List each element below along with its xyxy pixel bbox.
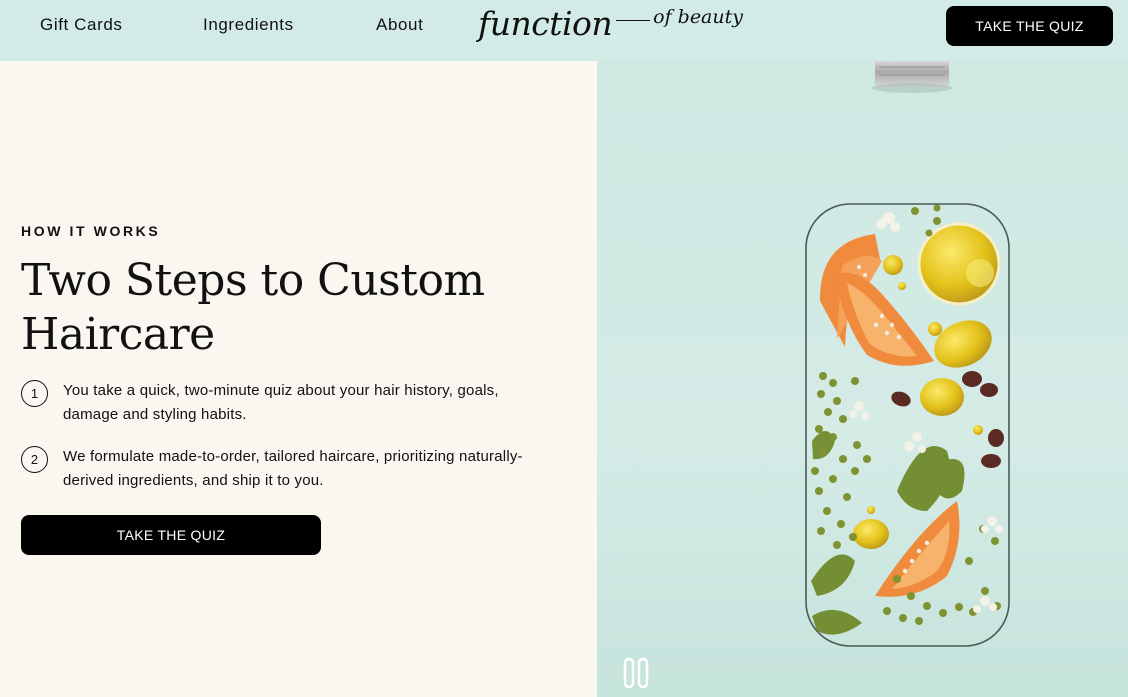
bottle-cap bbox=[872, 61, 952, 93]
pause-icon bbox=[623, 657, 649, 689]
logo-dash bbox=[616, 20, 651, 21]
ingredient-bottle-illustration bbox=[805, 61, 1010, 647]
how-it-works-panel: HOW IT WORKS Two Steps to Custom Haircar… bbox=[0, 61, 597, 697]
section-eyebrow: HOW IT WORKS bbox=[21, 223, 161, 239]
page-title: Two Steps to Custom Haircare bbox=[21, 255, 485, 360]
top-navigation: Gift Cards Ingredients About function of … bbox=[0, 0, 1128, 61]
papaya-slice bbox=[835, 272, 934, 366]
step-description: You take a quick, two-minute quiz about … bbox=[63, 382, 499, 423]
take-quiz-button[interactable]: TAKE THE QUIZ bbox=[21, 515, 321, 555]
step-number-badge: 1 bbox=[21, 380, 48, 407]
logo-wordmark: function bbox=[478, 4, 613, 43]
papaya-slice bbox=[875, 501, 960, 597]
step-number-badge: 2 bbox=[21, 446, 48, 473]
nav-take-quiz-button[interactable]: TAKE THE QUIZ bbox=[946, 6, 1113, 46]
nav-link-about[interactable]: About bbox=[376, 15, 423, 35]
nav-link-ingredients[interactable]: Ingredients bbox=[203, 15, 294, 35]
logo-tagline: of beauty bbox=[653, 6, 743, 28]
step-description: We formulate made-to-order, tailored hai… bbox=[63, 448, 523, 489]
brand-logo[interactable]: function of beauty bbox=[478, 4, 743, 48]
nav-link-gift-cards[interactable]: Gift Cards bbox=[40, 15, 123, 35]
hero-media-panel bbox=[597, 61, 1128, 697]
pause-button[interactable] bbox=[623, 657, 649, 689]
